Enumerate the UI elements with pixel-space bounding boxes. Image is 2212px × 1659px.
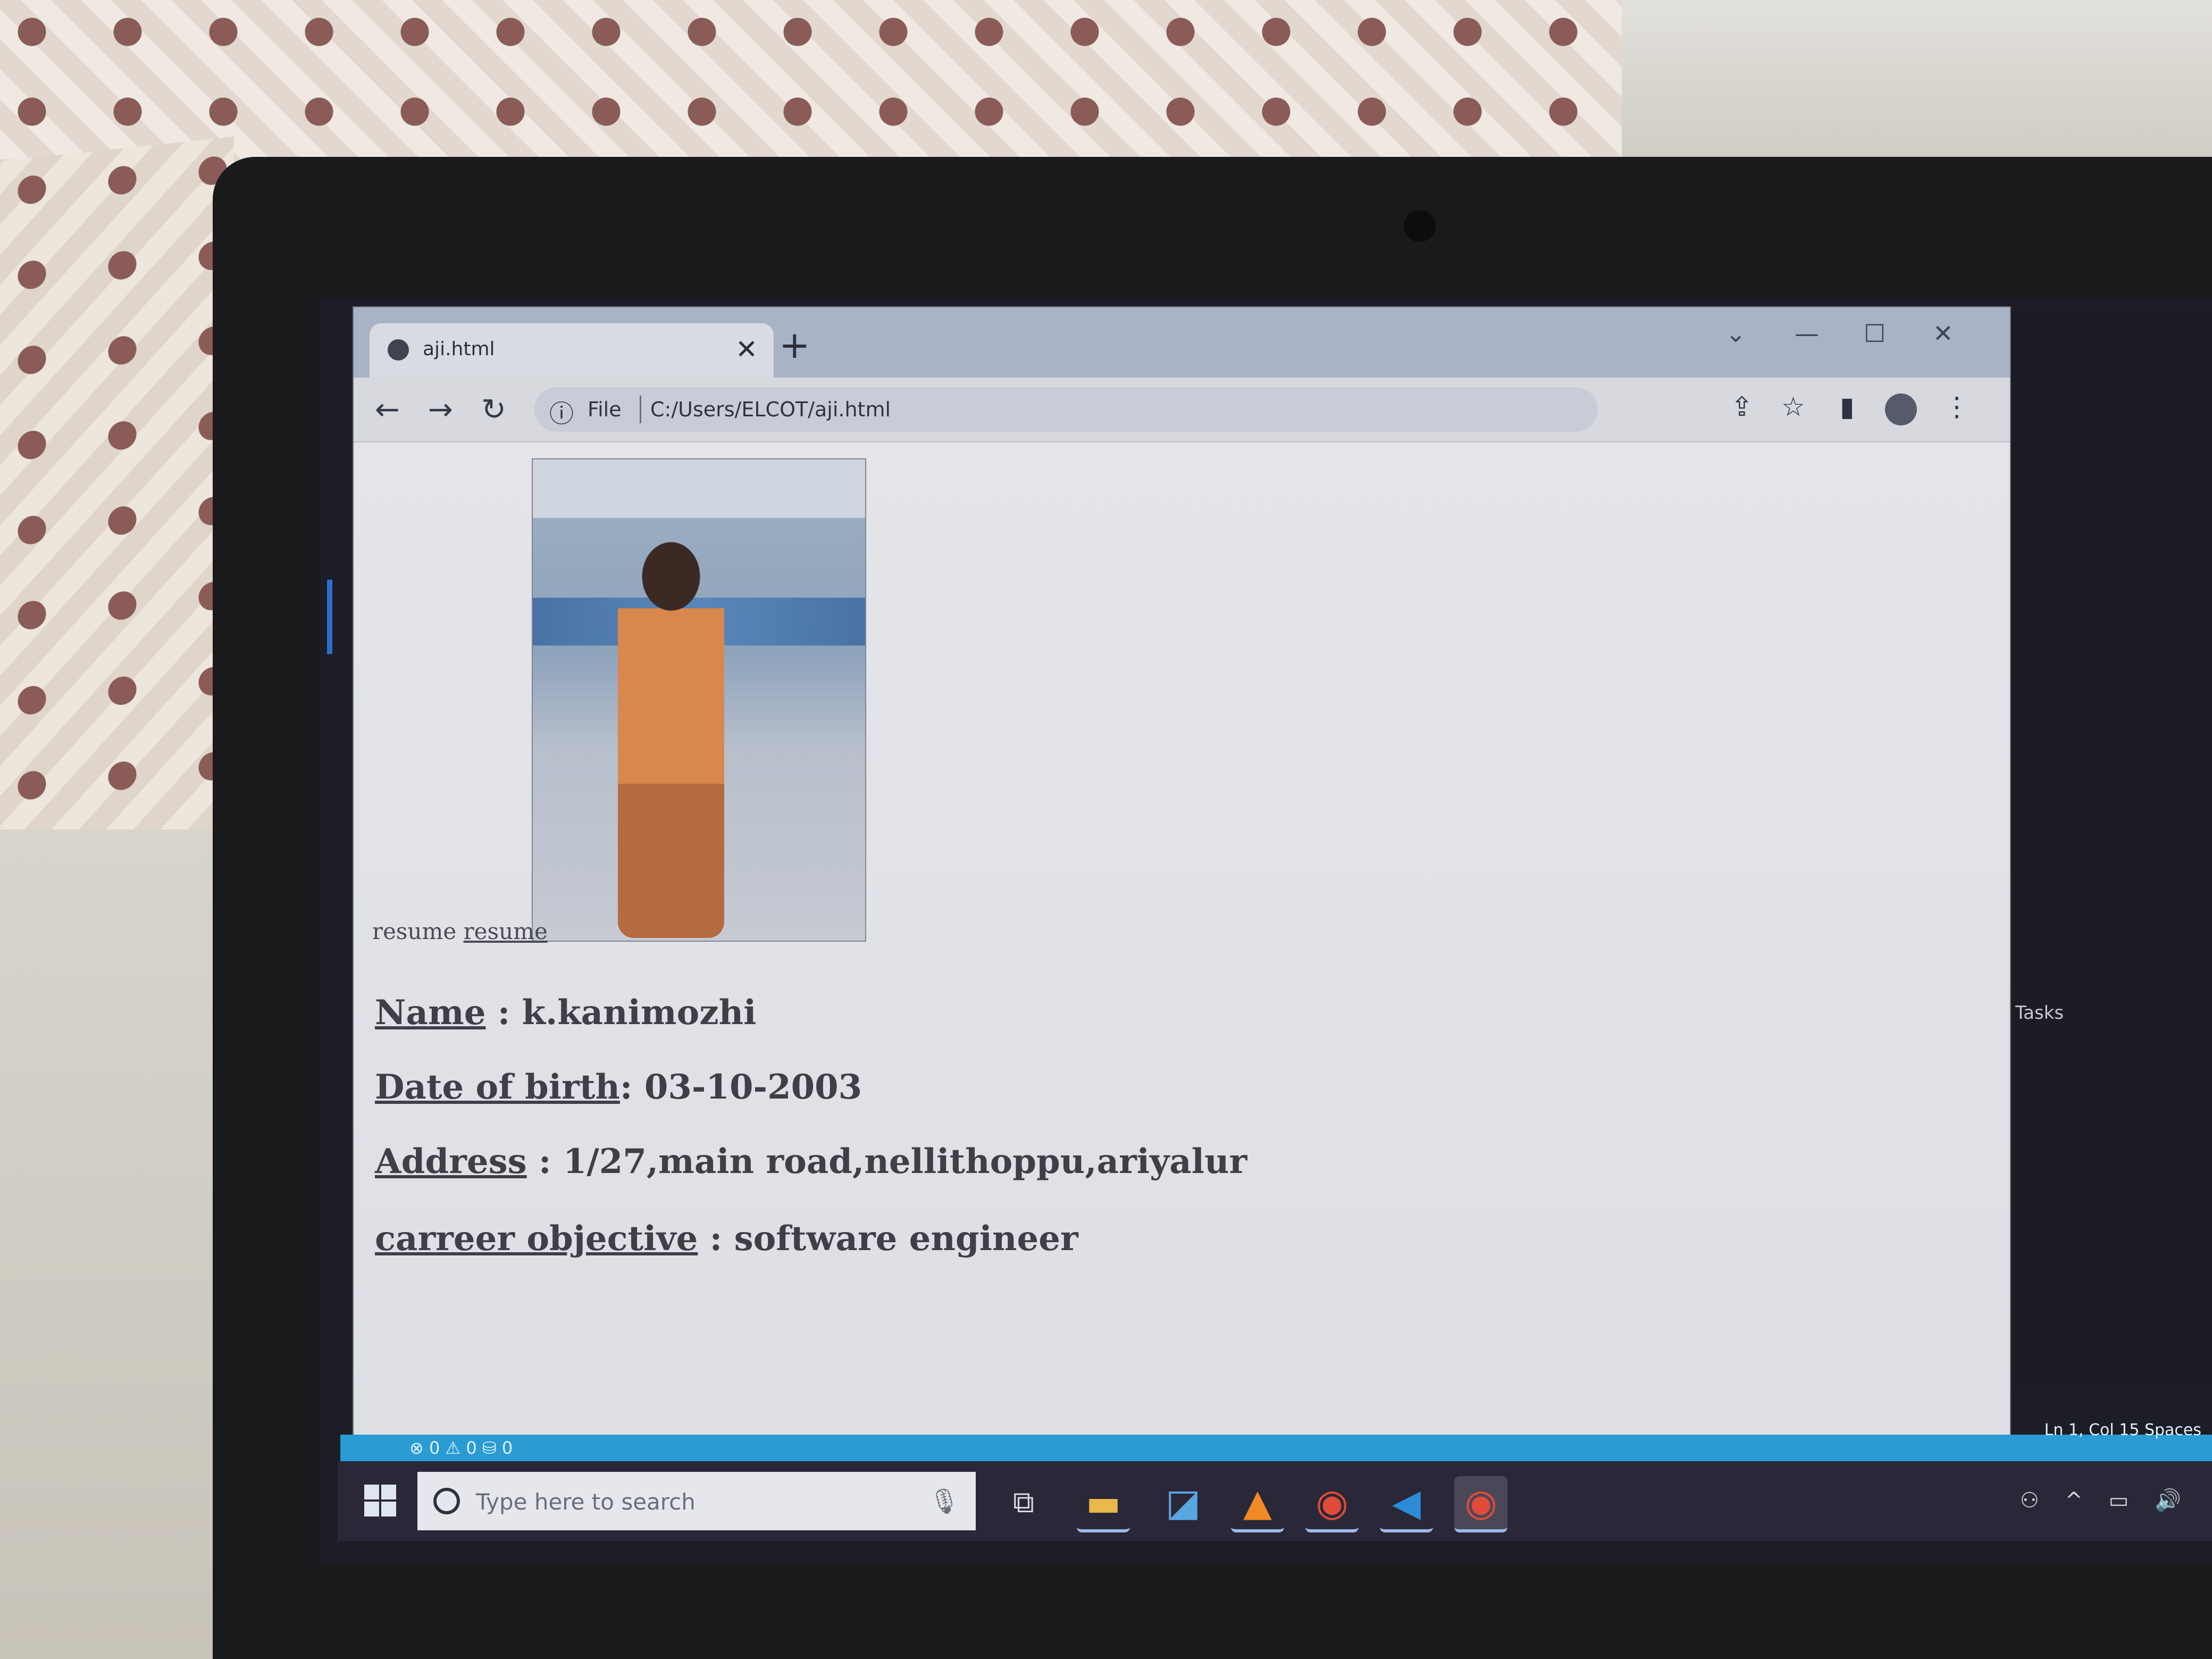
- file-explorer-icon[interactable]: ▬: [1077, 1476, 1130, 1532]
- field-separator: :: [698, 1219, 734, 1259]
- field-value: 1/27,main road,nellithoppu,ariyalur: [563, 1142, 1247, 1182]
- editor-status-bar: ⊗ 0 ⚠ 0 ⛁ 0 Ln 1, Col 15 Spaces: [340, 1421, 2212, 1461]
- task-view-icon[interactable]: ⧉: [997, 1476, 1050, 1529]
- vscode-icon[interactable]: ◀: [1380, 1476, 1433, 1532]
- field-value: k.kanimozhi: [522, 993, 757, 1033]
- site-info-icon[interactable]: ⓘ: [549, 395, 574, 430]
- browser-toolbar: ← → ↻ ⓘ File C:/Users/ELCOT/aji.html ⇪ ☆…: [354, 378, 2010, 442]
- bookmark-star-icon[interactable]: ☆: [1781, 391, 1805, 422]
- field-label[interactable]: Name: [375, 993, 485, 1033]
- cursor-position-status[interactable]: Ln 1, Col 15 Spaces: [2045, 1421, 2201, 1439]
- scheme-label: File: [588, 398, 622, 421]
- problems-status[interactable]: ⊗ 0 ⚠ 0 ⛁ 0: [409, 1438, 513, 1458]
- tab-strip: aji.html ✕ + ⌄ — ☐ ✕: [354, 307, 2010, 378]
- browser-window: aji.html ✕ + ⌄ — ☐ ✕ ← → ↻ ⓘ File C:/Use…: [354, 307, 2010, 1435]
- background-floor: [0, 830, 234, 1659]
- profile-photo: [532, 458, 866, 942]
- resume-link[interactable]: resume: [464, 918, 548, 944]
- field-label[interactable]: carreer objective: [375, 1219, 698, 1259]
- webcam: [1404, 210, 1436, 242]
- visual-studio-icon[interactable]: ◪: [1157, 1476, 1210, 1529]
- address-bar[interactable]: ⓘ File C:/Users/ELCOT/aji.html: [534, 387, 1598, 432]
- search-placeholder: Type here to search: [476, 1489, 696, 1515]
- resume-caption: resume resume: [372, 918, 548, 944]
- field-separator: :: [526, 1142, 563, 1182]
- background-wall: [1622, 0, 2212, 160]
- field-name: Name : k.kanimozhi: [375, 993, 756, 1033]
- photo-person: [618, 539, 724, 938]
- forward-button[interactable]: →: [428, 392, 453, 427]
- vlc-icon[interactable]: ▲: [1231, 1476, 1284, 1532]
- photo-background-board: [533, 459, 865, 518]
- tab-title: aji.html: [423, 338, 495, 360]
- cortana-circle-icon: [433, 1488, 460, 1514]
- resume-text: resume: [372, 918, 457, 944]
- back-button[interactable]: ←: [375, 392, 400, 427]
- kebab-menu-icon[interactable]: ⋮: [1943, 391, 1970, 422]
- field-label[interactable]: Address: [375, 1142, 527, 1182]
- field-career-objective: carreer objective : software engineer: [375, 1219, 1078, 1259]
- close-icon[interactable]: ✕: [735, 334, 758, 365]
- new-tab-button[interactable]: +: [779, 323, 810, 367]
- background-cloth: [0, 0, 1622, 160]
- chrome-icon[interactable]: ◉: [1305, 1476, 1359, 1532]
- editor-side-panel: [2010, 308, 2212, 1388]
- url-text[interactable]: C:/Users/ELCOT/aji.html: [650, 398, 891, 421]
- share-icon[interactable]: ⇪: [1731, 391, 1753, 422]
- editor-activity-indicator: [327, 580, 332, 654]
- minimize-button[interactable]: —: [1795, 319, 1819, 348]
- taskbar-search-box[interactable]: Type here to search 🎙: [417, 1472, 976, 1530]
- field-value: software engineer: [734, 1219, 1078, 1259]
- field-label[interactable]: Date of birth: [375, 1067, 620, 1107]
- globe-icon: [388, 339, 409, 361]
- reload-button[interactable]: ↻: [481, 392, 506, 427]
- profile-avatar[interactable]: [1885, 393, 1917, 425]
- system-tray-icons[interactable]: ⚇ ^ ▭ 🔊: [2020, 1488, 2191, 1513]
- page-content: resume resume Name : k.kanimozhi Date of…: [354, 442, 2010, 1435]
- field-address: Address : 1/27,main road,nellithoppu,ari…: [375, 1142, 1247, 1182]
- field-date-of-birth: Date of birth: 03-10-2003: [375, 1067, 862, 1107]
- microphone-icon[interactable]: 🎙: [929, 1487, 960, 1516]
- field-separator: :: [619, 1067, 644, 1107]
- address-separator: [640, 396, 641, 423]
- side-panel-icon[interactable]: ▮: [1840, 391, 1855, 422]
- field-separator: :: [485, 993, 522, 1033]
- tasks-label[interactable]: Tasks: [2015, 1002, 2064, 1024]
- tab-search-icon[interactable]: ⌄: [1725, 319, 1746, 348]
- maximize-button[interactable]: ☐: [1864, 319, 1886, 348]
- close-window-button[interactable]: ✕: [1933, 319, 1954, 348]
- background-cloth-left: [0, 136, 234, 864]
- tab-aji-html[interactable]: aji.html ✕: [370, 323, 774, 378]
- field-value: 03-10-2003: [644, 1067, 862, 1107]
- chrome-active-icon[interactable]: ◉: [1454, 1476, 1507, 1532]
- windows-taskbar: Type here to search 🎙 ⧉ ▬ ◪ ▲ ◉ ◀ ◉ ⚇ ^ …: [338, 1461, 2212, 1541]
- photo-scene: Tasks aji.html ✕ + ⌄ — ☐ ✕ ← → ↻ ⓘ File …: [0, 0, 2212, 1659]
- windows-start-icon[interactable]: [364, 1485, 396, 1516]
